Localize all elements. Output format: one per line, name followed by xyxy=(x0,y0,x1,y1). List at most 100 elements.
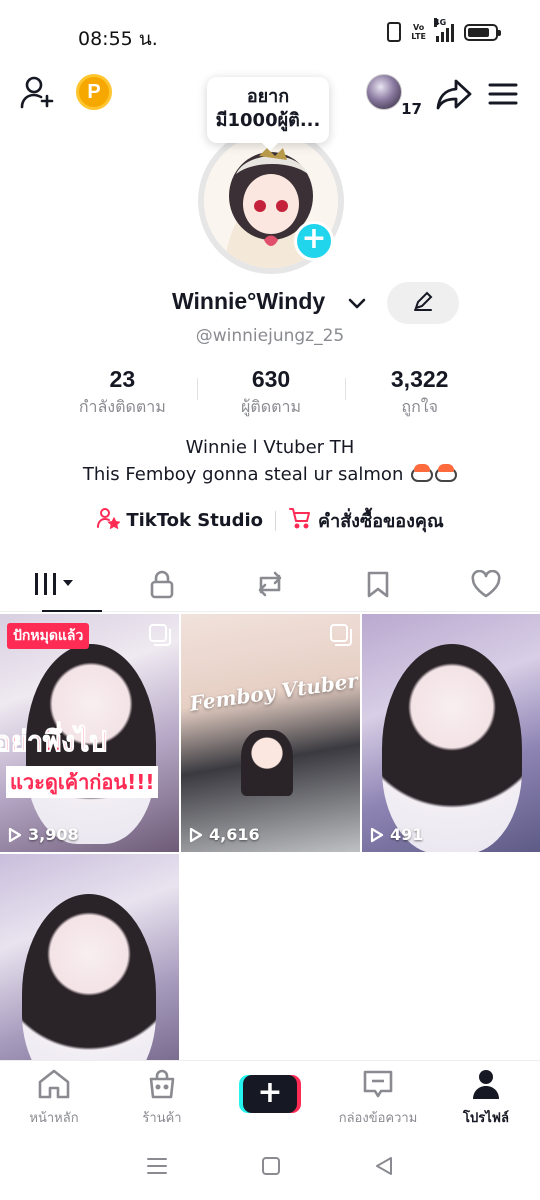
display-name[interactable]: Winnie°Windy xyxy=(172,288,325,315)
status-icons: Vo LTE 4G xyxy=(387,18,501,42)
share-icon[interactable] xyxy=(436,78,472,110)
volte-line1: Vo xyxy=(413,23,425,32)
nav-home[interactable]: หน้าหลัก xyxy=(0,1061,108,1136)
link-divider xyxy=(275,510,277,531)
home-square-icon[interactable] xyxy=(261,1156,281,1180)
stat-value: 3,322 xyxy=(390,366,449,392)
thumbnail-caption: Femboy Vtuber xyxy=(188,668,360,716)
cart-icon xyxy=(288,506,312,535)
thumbnail-figure xyxy=(241,730,293,796)
video-thumbnail[interactable]: Femboy Vtuber 4,616 xyxy=(181,614,360,852)
tab-liked[interactable] xyxy=(432,560,540,611)
note-bubble-line2: มี1000ผู้ติ... xyxy=(215,110,321,131)
nav-inbox-label: กล่องข้อความ xyxy=(338,1111,418,1126)
grid-icon xyxy=(31,571,77,601)
studio-link-label: TikTok Studio xyxy=(126,510,264,531)
pencil-icon xyxy=(412,290,434,316)
tab-favorites[interactable] xyxy=(324,560,432,611)
stat-likes[interactable]: 3,322 ถูกใจ xyxy=(345,366,494,420)
status-time: 08:55 น. xyxy=(78,28,158,50)
view-count-value: 3,908 xyxy=(28,825,79,844)
plus-icon: + xyxy=(243,1074,297,1113)
orders-link[interactable]: คำสั่งซื้อของคุณ xyxy=(288,506,444,535)
video-thumbnail[interactable]: ปักหมุดแล้ว อย่าพึ่งไป แวะดูเค้าก่อน!!! … xyxy=(0,614,179,852)
multi-photo-icon xyxy=(149,624,171,646)
thumbnail-caption: อย่าพึ่งไป xyxy=(0,725,107,759)
menu-icon[interactable] xyxy=(488,82,518,106)
note-bubble-line1: อยาก xyxy=(246,86,290,107)
pinned-badge: ปักหมุดแล้ว xyxy=(7,623,90,649)
stat-label: ถูกใจ xyxy=(401,397,438,416)
video-grid: ปักหมุดแล้ว อย่าพึ่งไป แวะดูเค้าก่อน!!! … xyxy=(0,614,540,1060)
profile-person-icon xyxy=(472,1069,500,1103)
heart-icon xyxy=(470,569,502,602)
network-type: 4G xyxy=(434,18,447,27)
stat-following[interactable]: 23 กำลังติดตาม xyxy=(48,366,197,420)
home-icon xyxy=(37,1069,71,1103)
profile-links: TikTok Studio คำสั่งซื้อของคุณ xyxy=(0,506,540,535)
visitor-avatar xyxy=(366,74,402,110)
nav-create[interactable]: + xyxy=(216,1061,324,1136)
coin-icon[interactable]: P xyxy=(76,74,112,110)
thumbnail-figure xyxy=(22,894,156,1060)
bio-line2: This Femboy gonna steal ur salmon xyxy=(82,464,404,485)
tab-videos[interactable] xyxy=(0,560,108,612)
nav-home-label: หน้าหลัก xyxy=(29,1111,79,1126)
create-button[interactable]: + xyxy=(239,1074,301,1113)
sushi-emoji-icon xyxy=(435,464,458,482)
play-icon xyxy=(8,827,22,843)
chevron-down-icon[interactable] xyxy=(347,296,367,315)
view-count-value: 4,616 xyxy=(209,825,260,844)
battery-icon xyxy=(464,23,501,41)
stat-value: 630 xyxy=(251,366,291,392)
video-thumbnail[interactable] xyxy=(0,854,179,1060)
play-icon xyxy=(189,827,203,843)
shopping-bag-icon xyxy=(147,1069,177,1103)
sushi-emoji-icon xyxy=(411,464,434,482)
visitor-count: 17 xyxy=(401,100,422,118)
signal-icon: 4G xyxy=(434,18,454,42)
view-count: 491 xyxy=(370,825,423,844)
header-right: 17 xyxy=(366,74,518,118)
video-thumbnail[interactable]: 491 xyxy=(362,614,540,852)
profile-stats: 23 กำลังติดตาม 630 ผู้ติดตาม 3,322 ถูกใจ xyxy=(48,366,494,420)
nav-profile[interactable]: โปรไฟล์ xyxy=(432,1061,540,1136)
tiktok-studio-link[interactable]: TikTok Studio xyxy=(96,506,263,535)
recent-apps-icon[interactable] xyxy=(146,1157,168,1179)
volte-line2: LTE xyxy=(411,32,426,41)
profile-bio: Winnie l Vtuber TH This Femboy gonna ste… xyxy=(0,434,540,488)
view-count: 4,616 xyxy=(189,825,260,844)
studio-user-star-icon xyxy=(96,506,122,535)
nav-inbox[interactable]: กล่องข้อความ xyxy=(324,1061,432,1136)
play-icon xyxy=(370,827,384,843)
vibrate-icon xyxy=(387,22,402,42)
stat-value: 23 xyxy=(109,366,136,392)
system-nav-bar xyxy=(0,1136,540,1200)
repost-icon xyxy=(255,570,285,602)
edit-profile-button[interactable] xyxy=(387,282,459,324)
bio-line1: Winnie l Vtuber TH xyxy=(185,437,355,458)
thumbnail-figure xyxy=(382,644,522,852)
username: @winniejungz_25 xyxy=(195,326,345,346)
view-count: 3,908 xyxy=(8,825,79,844)
stat-followers[interactable]: 630 ผู้ติดตาม xyxy=(196,366,346,420)
profile-visitors[interactable]: 17 xyxy=(366,74,422,118)
nav-shop[interactable]: ร้านค้า xyxy=(108,1061,216,1136)
add-friend-icon[interactable] xyxy=(20,74,56,110)
bottom-nav: หน้าหลัก ร้านค้า + กล่องข้อความ โปรไฟล์ xyxy=(0,1060,540,1136)
tab-reposts[interactable] xyxy=(216,560,324,611)
tab-private[interactable] xyxy=(108,560,216,611)
stat-label: กำลังติดตาม xyxy=(78,397,166,416)
bio-line2-wrap: This Femboy gonna steal ur salmon xyxy=(0,461,540,488)
note-bubble[interactable]: อยาก มี1000ผู้ติ... xyxy=(207,77,329,151)
nav-shop-label: ร้านค้า xyxy=(142,1111,182,1126)
back-triangle-icon[interactable] xyxy=(374,1156,394,1180)
volte-icon: Vo LTE xyxy=(411,23,426,41)
add-avatar-button[interactable]: + xyxy=(294,221,334,261)
stat-label: ผู้ติดตาม xyxy=(240,397,302,416)
multi-photo-icon xyxy=(330,624,352,646)
header-left: P xyxy=(20,74,112,110)
content-tabs xyxy=(0,560,540,612)
thumbnail-caption-sub: แวะดูเค้าก่อน!!! xyxy=(6,766,159,798)
lock-icon xyxy=(149,569,175,603)
